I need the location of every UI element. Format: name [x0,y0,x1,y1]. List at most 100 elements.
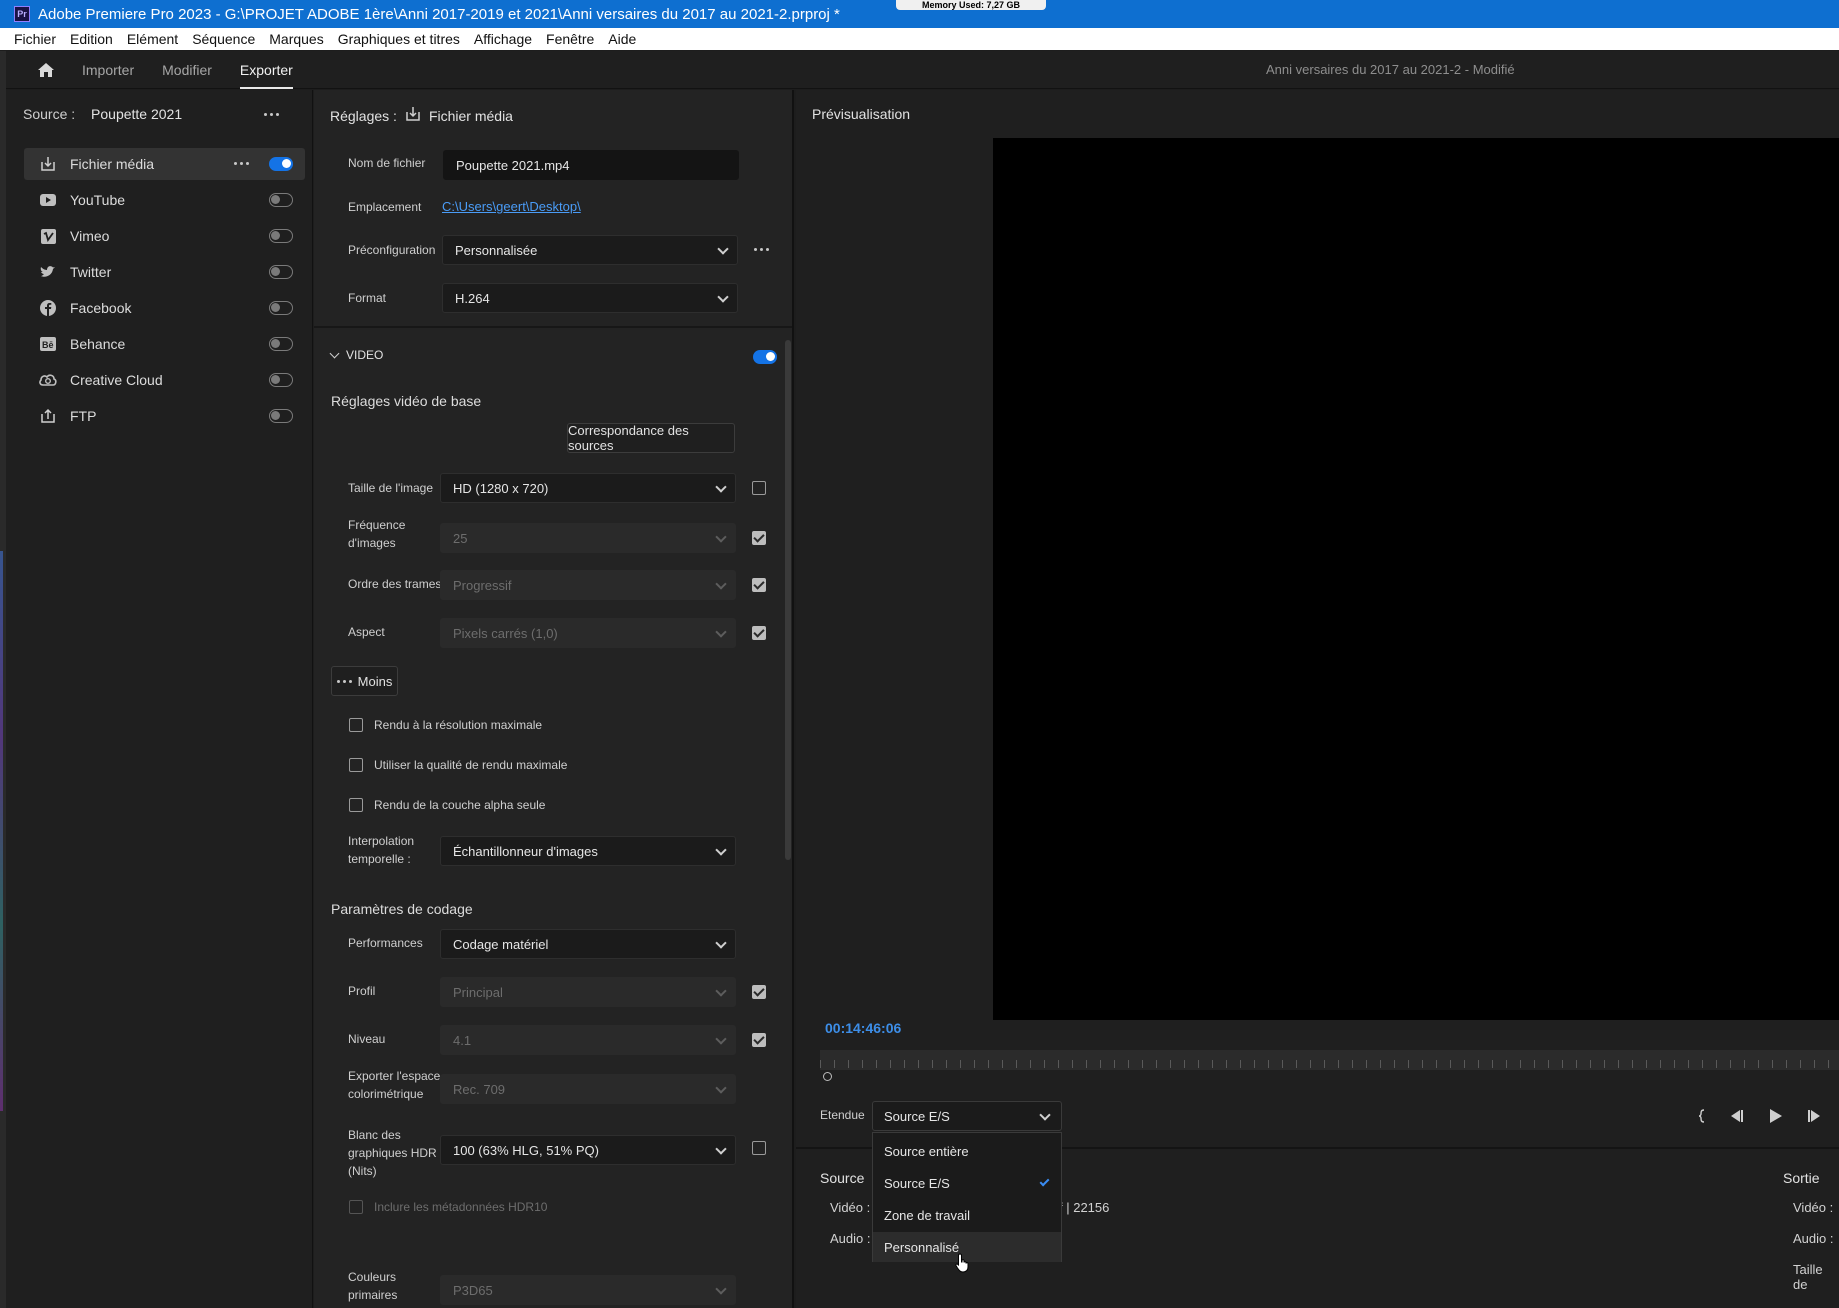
performance-label: Performances [348,936,423,950]
aspect-checkbox[interactable] [752,626,766,640]
settings-scrollbar[interactable] [785,340,791,860]
frame-rate-label-line1: Fréquence [348,518,406,532]
dest-toggle[interactable] [269,157,293,171]
field-order-checkbox[interactable] [752,578,766,592]
preset-select[interactable]: Personnalisée [442,235,738,265]
format-label: Format [348,291,387,305]
chevron-down-icon [715,481,727,493]
home-icon[interactable] [32,56,60,84]
format-select[interactable]: H.264 [442,283,738,313]
video-toggle[interactable] [753,350,777,364]
frame-rate-value: 25 [453,530,468,546]
filename-input[interactable]: Poupette 2021.mp4 [443,150,739,180]
profile-label: Profil [348,984,376,998]
aspect-select[interactable]: Pixels carrés (1,0) [440,618,736,648]
dest-youtube[interactable]: YouTube [24,184,305,216]
colorspace-value: Rec. 709 [453,1081,506,1097]
timecode[interactable]: 00:14:46:06 [825,1020,901,1036]
dest-toggle[interactable] [269,337,293,351]
tab-exporter[interactable]: Exporter [239,51,293,89]
timeline-ruler[interactable] [820,1050,1839,1070]
menu-aide[interactable]: Aide [608,31,636,47]
level-checkbox[interactable] [752,1033,766,1047]
range-option-zone-travail[interactable]: Zone de travail [873,1200,1061,1230]
dest-toggle[interactable] [269,265,293,279]
location-link[interactable]: C:\Users\geert\Desktop\ [442,198,581,216]
max-res-checkbox[interactable] [349,718,363,732]
settings-header: Réglages : Fichier média [330,106,513,125]
dest-toggle[interactable] [269,193,293,207]
dest-label: FTP [70,408,97,424]
dest-more-icon[interactable] [234,162,249,165]
dest-behance[interactable]: Bē Behance [24,328,305,360]
menu-bar: Fichier Edition Elément Séquence Marques… [0,28,1839,50]
dest-creative-cloud[interactable]: Creative Cloud [24,364,305,396]
max-quality-checkbox[interactable] [349,758,363,772]
step-forward-icon[interactable] [1804,1105,1826,1127]
alpha-only-checkbox[interactable] [349,798,363,812]
preset-more-icon[interactable] [754,248,769,251]
play-icon[interactable] [1765,1105,1787,1127]
ftp-icon [38,406,58,426]
range-option-source-es[interactable]: Source E/S [873,1168,1061,1198]
menu-fenetre[interactable]: Fenêtre [546,31,594,47]
dest-fichier-media[interactable]: Fichier média [24,148,305,180]
creative-cloud-icon [38,370,58,390]
source-more-icon[interactable] [264,113,279,116]
hdr-white-label-line2: graphiques HDR [348,1146,437,1160]
range-select[interactable]: Source E/S [872,1101,1062,1131]
dest-twitter[interactable]: Twitter [24,256,305,288]
menu-marques[interactable]: Marques [269,31,323,47]
dest-facebook[interactable]: Facebook [24,292,305,324]
menu-element[interactable]: Elément [127,31,178,47]
match-source-button[interactable]: Correspondance des sources [567,423,735,453]
dest-toggle[interactable] [269,229,293,243]
dest-label: Creative Cloud [70,372,163,388]
frame-size-checkbox[interactable] [752,481,766,495]
primaries-value: P3D65 [453,1282,493,1298]
hdr-white-checkbox[interactable] [752,1141,766,1155]
hdr10-meta-checkbox[interactable] [349,1200,363,1214]
primaries-select[interactable]: P3D65 [440,1275,736,1305]
frame-rate-select[interactable]: 25 [440,523,736,553]
frame-size-select[interactable]: HD (1280 x 720) [440,473,736,503]
filename-label: Nom de fichier [348,156,426,170]
interp-select[interactable]: Échantillonneur d'images [440,836,736,866]
step-back-icon[interactable] [1725,1105,1747,1127]
tab-importer[interactable]: Importer [82,51,134,89]
dest-label: Twitter [70,264,112,280]
hdr-white-select[interactable]: 100 (63% HLG, 51% PQ) [440,1135,736,1165]
menu-edition[interactable]: Edition [70,31,113,47]
dest-vimeo[interactable]: Vimeo [24,220,305,252]
dest-toggle[interactable] [269,373,293,387]
playhead-handle[interactable] [823,1072,832,1081]
frame-rate-checkbox[interactable] [752,531,766,545]
range-option-source-entiere[interactable]: Source entière [873,1136,1061,1166]
profile-select[interactable]: Principal [440,977,736,1007]
menu-graphiques[interactable]: Graphiques et titres [338,31,460,47]
menu-affichage[interactable]: Affichage [474,31,532,47]
menu-fichier[interactable]: Fichier [14,31,56,47]
menu-sequence[interactable]: Séquence [192,31,255,47]
profile-checkbox[interactable] [752,985,766,999]
chevron-down-icon [715,985,727,997]
settings-panel: Réglages : Fichier média Nom de fichier … [314,90,794,1308]
performance-select[interactable]: Codage matériel [440,929,736,959]
video-section-header[interactable]: VIDEO [329,348,383,362]
less-button[interactable]: Moins [331,666,398,696]
field-order-label: Ordre des trames [348,577,442,591]
level-select[interactable]: 4.1 [440,1025,736,1055]
dest-ftp[interactable]: FTP [24,400,305,432]
chevron-down-icon [715,531,727,543]
facebook-icon [38,298,58,318]
option-label: Source E/S [884,1175,950,1191]
field-order-select[interactable]: Progressif [440,570,736,600]
video-preview [993,138,1839,1020]
option-label: Source entière [884,1143,969,1159]
tab-modifier[interactable]: Modifier [162,51,212,89]
mark-in-icon[interactable] [1691,1105,1713,1127]
colorspace-select[interactable]: Rec. 709 [440,1074,736,1104]
dest-toggle[interactable] [269,409,293,423]
dest-toggle[interactable] [269,301,293,315]
frame-size-label: Taille de l'image [348,481,434,495]
